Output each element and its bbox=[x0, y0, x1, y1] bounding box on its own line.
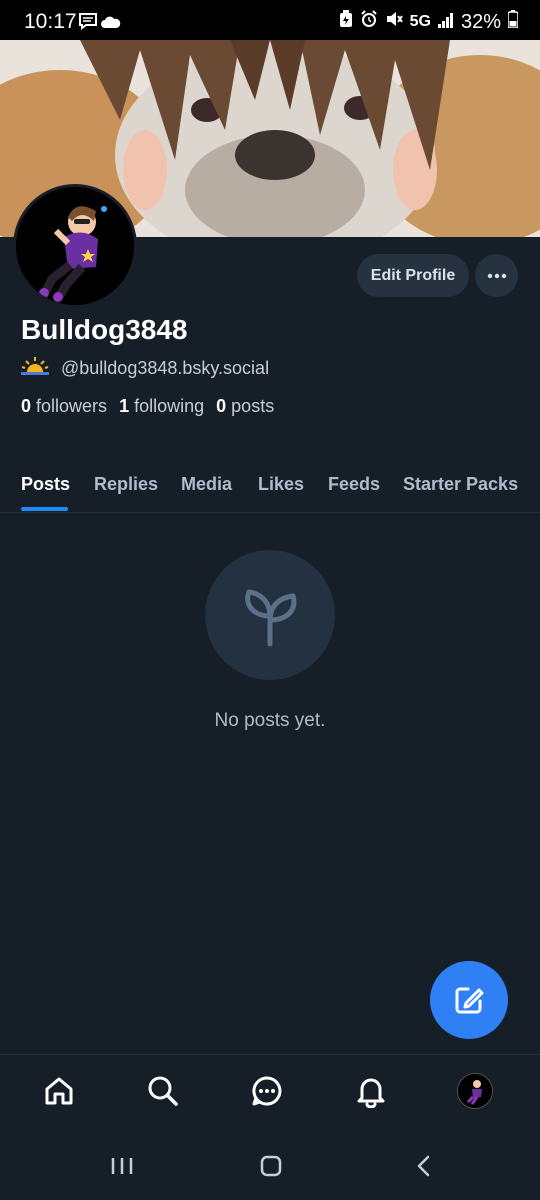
nav-home[interactable] bbox=[39, 1071, 79, 1111]
display-name: Bulldog3848 bbox=[21, 314, 188, 345]
tab-replies[interactable]: Replies bbox=[94, 474, 158, 495]
network-type: 5G bbox=[409, 13, 431, 30]
more-options-button[interactable] bbox=[475, 254, 518, 297]
posts-stat: 0 posts bbox=[216, 396, 274, 417]
empty-state-badge bbox=[205, 550, 335, 680]
empty-state-text: No posts yet. bbox=[214, 710, 326, 731]
signal-icon bbox=[437, 11, 454, 34]
recent-apps-icon bbox=[111, 1158, 133, 1174]
status-bar: 10:17 5G 32% bbox=[0, 0, 540, 44]
following-count: 1 bbox=[119, 396, 130, 416]
followers-count: 0 bbox=[21, 396, 32, 416]
profile-tabs: Posts Replies Media Likes Feeds Starter … bbox=[0, 462, 540, 513]
sprout-icon bbox=[245, 589, 297, 647]
posts-count: 0 bbox=[216, 396, 227, 416]
following-stat[interactable]: 1 following bbox=[119, 396, 204, 417]
posts-label: posts bbox=[231, 396, 275, 416]
following-label: following bbox=[134, 396, 205, 416]
followers-stat[interactable]: 0 followers bbox=[21, 396, 107, 417]
recent-apps-button[interactable] bbox=[110, 1154, 134, 1183]
cloud-icon bbox=[101, 15, 121, 33]
search-icon bbox=[148, 1076, 178, 1106]
profile-handle: @bulldog3848.bsky.social bbox=[61, 358, 270, 378]
mute-icon bbox=[385, 10, 403, 34]
compose-icon bbox=[455, 987, 484, 1014]
followers-label: followers bbox=[36, 396, 108, 416]
bottom-nav bbox=[0, 1054, 540, 1139]
message-notification-icon bbox=[78, 12, 98, 35]
home-square-icon bbox=[260, 1155, 282, 1177]
home-icon bbox=[45, 1077, 73, 1105]
nav-notifications[interactable] bbox=[351, 1071, 391, 1111]
ellipsis-icon bbox=[487, 273, 506, 278]
handle-row: @bulldog3848.bsky.social bbox=[21, 356, 269, 381]
profile-avatar-small bbox=[457, 1073, 493, 1109]
system-nav-bar bbox=[0, 1138, 540, 1200]
compose-post-button[interactable] bbox=[430, 961, 508, 1039]
back-button[interactable] bbox=[412, 1154, 436, 1183]
edit-profile-button[interactable]: Edit Profile bbox=[357, 254, 469, 297]
home-system-button[interactable] bbox=[259, 1154, 283, 1183]
alarm-icon bbox=[360, 10, 378, 34]
battery-percent: 32% bbox=[460, 10, 501, 33]
status-time: 10:17 bbox=[24, 10, 77, 33]
nav-chat[interactable] bbox=[247, 1071, 287, 1111]
active-tab-indicator bbox=[21, 507, 68, 511]
bell-icon bbox=[357, 1078, 385, 1108]
battery-saver-icon bbox=[339, 10, 353, 34]
nav-search[interactable] bbox=[143, 1071, 183, 1111]
tab-starter-packs[interactable]: Starter Packs bbox=[403, 474, 518, 495]
battery-icon bbox=[507, 10, 519, 34]
tab-feeds[interactable]: Feeds bbox=[328, 474, 380, 495]
chat-icon bbox=[252, 1076, 282, 1106]
profile-stats: 0 followers 1 following 0 posts bbox=[21, 396, 274, 417]
tab-media[interactable]: Media bbox=[181, 474, 232, 495]
profile-avatar[interactable] bbox=[13, 184, 137, 308]
sunrise-emoji-icon bbox=[21, 356, 49, 381]
back-chevron-icon bbox=[417, 1155, 430, 1177]
nav-profile[interactable] bbox=[455, 1071, 495, 1111]
tab-likes[interactable]: Likes bbox=[258, 474, 304, 495]
tab-posts[interactable]: Posts bbox=[21, 474, 70, 495]
